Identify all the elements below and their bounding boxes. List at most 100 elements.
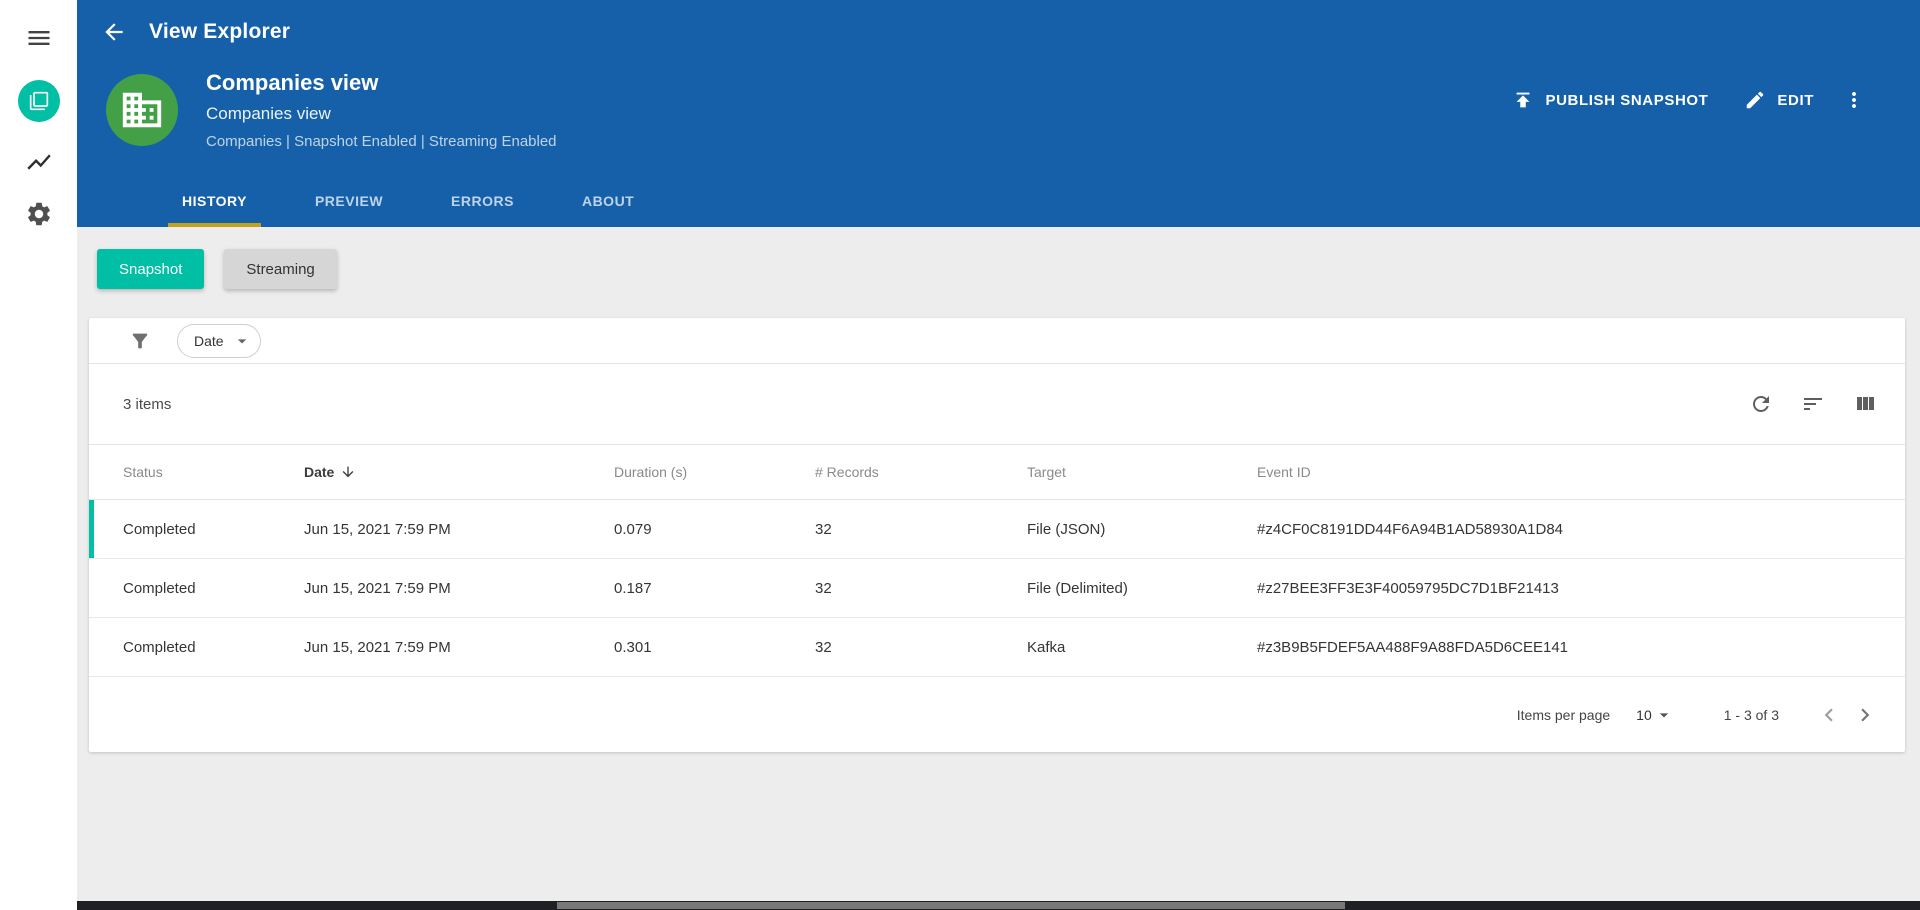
cell-records: 32 bbox=[814, 617, 1026, 677]
cell-target: File (Delimited) bbox=[1026, 558, 1256, 618]
chevron-right-icon bbox=[1861, 708, 1870, 721]
filter-bar: Date bbox=[89, 318, 1905, 364]
history-table: Status Date Duration (s) # Records Targe… bbox=[89, 444, 1905, 677]
app-sidebar bbox=[0, 0, 77, 910]
scrollbar-thumb[interactable] bbox=[557, 902, 1345, 909]
cell-status: Completed bbox=[89, 617, 303, 677]
column-label: # Records bbox=[815, 464, 879, 480]
view-meta: Companies | Snapshot Enabled | Streaming… bbox=[206, 133, 557, 150]
column-label: Event ID bbox=[1257, 464, 1311, 480]
view-explorer-header: View Explorer Companies view Companies v… bbox=[77, 0, 1920, 227]
column-label: Target bbox=[1027, 464, 1066, 480]
column-header-status[interactable]: Status bbox=[89, 444, 303, 500]
items-count: 3 items bbox=[123, 395, 172, 413]
views-logo-icon bbox=[29, 91, 48, 111]
view-avatar bbox=[106, 74, 178, 146]
more-options-button[interactable] bbox=[1836, 78, 1872, 122]
building-icon bbox=[122, 92, 162, 128]
table-toolbar-icons bbox=[1743, 386, 1883, 422]
edit-label: EDIT bbox=[1777, 91, 1814, 109]
refresh-button[interactable] bbox=[1743, 386, 1779, 422]
view-subtitle: Companies view bbox=[206, 104, 331, 123]
refresh-icon bbox=[1753, 396, 1769, 412]
cell-duration: 0.301 bbox=[613, 617, 814, 677]
view-columns-icon bbox=[1857, 397, 1874, 410]
cell-records: 32 bbox=[814, 558, 1026, 618]
items-per-page-label: Items per page bbox=[1516, 706, 1611, 723]
cell-duration: 0.079 bbox=[613, 499, 814, 559]
view-summary: Companies view Companies view Companies … bbox=[77, 64, 1920, 175]
kebab-menu-icon bbox=[1852, 92, 1856, 108]
publish-icon bbox=[1517, 92, 1530, 108]
edit-button[interactable]: EDIT bbox=[1730, 79, 1828, 121]
next-page-button[interactable] bbox=[1847, 697, 1883, 733]
column-header-date[interactable]: Date bbox=[303, 444, 613, 500]
sort-desc-arrow-icon bbox=[343, 466, 354, 478]
table-row[interactable]: Completed Jun 15, 2021 7:59 PM 0.301 32 … bbox=[89, 617, 1905, 677]
date-filter-label: Date bbox=[194, 332, 224, 349]
paginator: Items per page 10 1 - 3 of 3 bbox=[89, 677, 1905, 752]
header-actions: PUBLISH SNAPSHOT EDIT bbox=[1498, 64, 1872, 122]
table-header-row: Status Date Duration (s) # Records Targe… bbox=[89, 444, 1905, 500]
column-label: Duration (s) bbox=[614, 464, 688, 480]
cell-duration: 0.187 bbox=[613, 558, 814, 618]
columns-button[interactable] bbox=[1847, 386, 1883, 422]
tab-bar: HISTORY PREVIEW ERRORS ABOUT bbox=[77, 175, 1920, 227]
appbar: View Explorer bbox=[77, 0, 1920, 64]
cell-event-id: #z27BEE3FF3E3F40059795DC7D1BF21413 bbox=[1256, 558, 1905, 618]
cell-event-id: #z3B9B5FDEF5AA488F9A88FDA5D6CEE141 bbox=[1256, 617, 1905, 677]
cell-target: File (JSON) bbox=[1026, 499, 1256, 559]
content-area: Snapshot Streaming Date 3 items Status D… bbox=[77, 227, 1920, 910]
sort-icon bbox=[1804, 398, 1822, 410]
back-arrow-icon bbox=[105, 23, 123, 41]
sidebar-item-settings[interactable] bbox=[17, 192, 61, 236]
gear-icon bbox=[27, 202, 50, 226]
streaming-toggle-button[interactable]: Streaming bbox=[224, 249, 337, 289]
column-label: Status bbox=[123, 464, 163, 480]
app-logo[interactable] bbox=[17, 80, 60, 122]
cell-status: Completed bbox=[89, 499, 303, 559]
table-toolbar: 3 items bbox=[89, 364, 1905, 444]
chevron-down-icon bbox=[237, 338, 246, 343]
tab-history[interactable]: HISTORY bbox=[168, 175, 261, 227]
column-header-duration[interactable]: Duration (s) bbox=[613, 444, 814, 500]
table-row[interactable]: Completed Jun 15, 2021 7:59 PM 0.187 32 … bbox=[89, 558, 1905, 618]
snapshot-toggle-button[interactable]: Snapshot bbox=[97, 249, 205, 289]
date-filter-chip[interactable]: Date bbox=[177, 323, 261, 358]
column-label: Date bbox=[304, 464, 335, 480]
horizontal-scrollbar[interactable] bbox=[0, 901, 1920, 910]
history-card: Date 3 items Status Date Duration (s) # … bbox=[89, 318, 1905, 752]
table-row[interactable]: Completed Jun 15, 2021 7:59 PM 0.079 32 … bbox=[89, 499, 1905, 559]
history-mode-toggle: Snapshot Streaming bbox=[97, 249, 1905, 289]
funnel-icon bbox=[132, 333, 148, 348]
hamburger-menu-button[interactable] bbox=[17, 16, 61, 60]
pencil-icon bbox=[1747, 91, 1764, 109]
tab-errors[interactable]: ERRORS bbox=[437, 175, 528, 227]
cell-status: Completed bbox=[89, 558, 303, 618]
cell-date: Jun 15, 2021 7:59 PM bbox=[303, 617, 613, 677]
page-title: View Explorer bbox=[149, 20, 291, 43]
back-button[interactable] bbox=[93, 11, 135, 53]
sidebar-item-activity[interactable] bbox=[17, 140, 61, 184]
main-area: View Explorer Companies view Companies v… bbox=[77, 0, 1920, 910]
chevron-down-icon bbox=[1659, 712, 1668, 717]
prev-page-button[interactable] bbox=[1811, 697, 1847, 733]
filter-button[interactable] bbox=[129, 330, 151, 352]
view-info: Companies view Companies view Companies … bbox=[206, 64, 557, 150]
publish-snapshot-label: PUBLISH SNAPSHOT bbox=[1545, 91, 1709, 109]
trending-chart-icon bbox=[26, 154, 51, 170]
chevron-left-icon bbox=[1824, 708, 1833, 721]
column-header-records[interactable]: # Records bbox=[814, 444, 1026, 500]
tab-about[interactable]: ABOUT bbox=[568, 175, 648, 227]
tab-preview[interactable]: PREVIEW bbox=[301, 175, 397, 227]
items-per-page-select[interactable]: 10 bbox=[1636, 705, 1674, 725]
cell-target: Kafka bbox=[1026, 617, 1256, 677]
sort-button[interactable] bbox=[1795, 386, 1831, 422]
publish-snapshot-button[interactable]: PUBLISH SNAPSHOT bbox=[1498, 79, 1722, 121]
cell-event-id: #z4CF0C8191DD44F6A94B1AD58930A1D84 bbox=[1256, 499, 1905, 559]
hamburger-icon bbox=[28, 31, 49, 45]
cell-date: Jun 15, 2021 7:59 PM bbox=[303, 499, 613, 559]
cell-records: 32 bbox=[814, 499, 1026, 559]
column-header-event-id[interactable]: Event ID bbox=[1256, 444, 1905, 500]
column-header-target[interactable]: Target bbox=[1026, 444, 1256, 500]
